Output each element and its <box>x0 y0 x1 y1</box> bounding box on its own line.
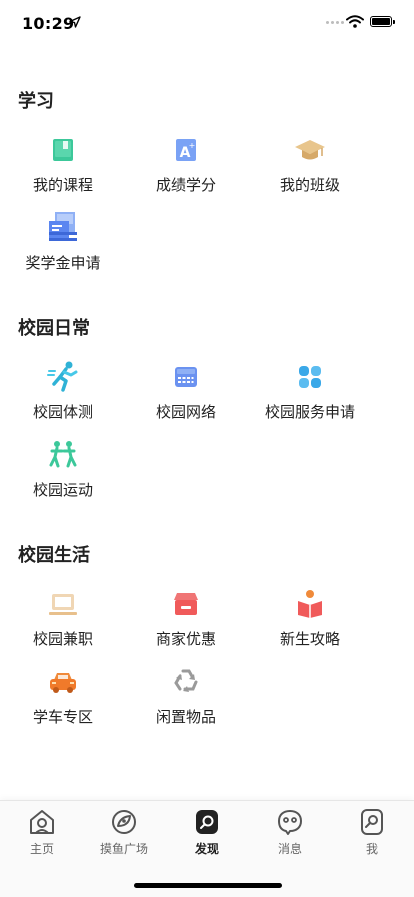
running-person-icon <box>47 361 78 392</box>
eye-circle-icon <box>112 810 136 834</box>
grade-a-plus-icon: A + <box>176 139 196 161</box>
tab-me[interactable]: 我 <box>331 807 413 859</box>
grid-item-label: 校园网络 <box>155 403 216 421</box>
tab-fishing-square[interactable]: 摸鱼广场 <box>83 807 165 859</box>
grid-item-label: 商家优惠 <box>155 630 216 648</box>
course-book-icon <box>53 139 73 161</box>
profile-icon <box>361 809 383 835</box>
grid-item-label: 校园体测 <box>32 403 93 421</box>
recycle-icon <box>174 669 198 692</box>
tab-label: 发现 <box>194 842 219 856</box>
network-device-icon <box>175 367 197 387</box>
tab-label: 我 <box>365 842 378 856</box>
grid-item-label: 校园服务申请 <box>264 403 355 421</box>
grid-item-label: 奖学金申请 <box>25 254 101 272</box>
status-time: 10:29 <box>22 14 75 33</box>
grid-item-label: 我的课程 <box>32 176 93 194</box>
tab-messages[interactable]: 消息 <box>249 807 331 859</box>
location-arrow-icon <box>69 16 81 28</box>
grid-item-label: 校园运动 <box>32 481 93 499</box>
tab-discover[interactable]: 发现 <box>166 807 248 859</box>
home-indicator[interactable] <box>134 883 282 888</box>
graduation-cap-icon <box>295 140 325 160</box>
grid-item-scholarship[interactable]: 奖学金申请 <box>0 211 128 281</box>
wifi-icon <box>346 15 364 28</box>
clover-grid-icon <box>299 366 321 388</box>
grid-item-grades-credits[interactable]: A + 成绩学分 <box>121 133 251 203</box>
grid-item-campus-network[interactable]: 校园网络 <box>121 360 251 430</box>
grid-item-merchant-deals[interactable]: 商家优惠 <box>121 587 251 657</box>
grid-item-label: 我的班级 <box>279 176 340 194</box>
status-bar: 10:29 <box>0 0 414 48</box>
grid-item-label: 学车专区 <box>32 708 93 726</box>
grid-item-label: 成绩学分 <box>155 176 216 194</box>
grid-item-my-courses[interactable]: 我的课程 <box>0 133 128 203</box>
grid-item-label: 校园兼职 <box>32 630 93 648</box>
svg-text:+: + <box>189 141 196 150</box>
discover-icon <box>196 810 218 834</box>
sports-people-icon <box>49 441 77 468</box>
grid-item-my-class[interactable]: 我的班级 <box>245 133 375 203</box>
message-bubble-icon <box>278 810 302 835</box>
cellular-signal-icon <box>326 21 344 24</box>
tab-label: 主页 <box>29 842 54 856</box>
grid-item-freshman-guide[interactable]: 新生攻略 <box>245 587 375 657</box>
grid-item-idle-items[interactable]: 闲置物品 <box>121 665 251 735</box>
tab-label: 摸鱼广场 <box>99 842 148 856</box>
grid-item-label: 新生攻略 <box>279 630 340 648</box>
shop-store-icon <box>174 593 198 615</box>
scholarship-certificate-icon <box>49 212 77 241</box>
section-title-campus-life: 校园生活 <box>18 545 90 566</box>
home-icon <box>30 810 54 834</box>
tab-label: 消息 <box>277 842 302 856</box>
grid-item-label: 闲置物品 <box>155 708 216 726</box>
tab-home[interactable]: 主页 <box>1 807 83 859</box>
grid-item-part-time-job[interactable]: 校园兼职 <box>0 587 128 657</box>
grid-item-service-application[interactable]: 校园服务申请 <box>245 360 375 430</box>
grid-item-driving-zone[interactable]: 学车专区 <box>0 665 128 735</box>
battery-icon <box>370 16 395 27</box>
grid-item-fitness-test[interactable]: 校园体测 <box>0 360 128 430</box>
laptop-icon <box>49 594 77 615</box>
section-title-campus-daily: 校园日常 <box>18 318 90 339</box>
grid-item-campus-sports[interactable]: 校园运动 <box>0 438 128 508</box>
section-title-study: 学习 <box>18 91 54 112</box>
reading-student-icon <box>298 590 322 618</box>
car-icon <box>50 673 76 693</box>
